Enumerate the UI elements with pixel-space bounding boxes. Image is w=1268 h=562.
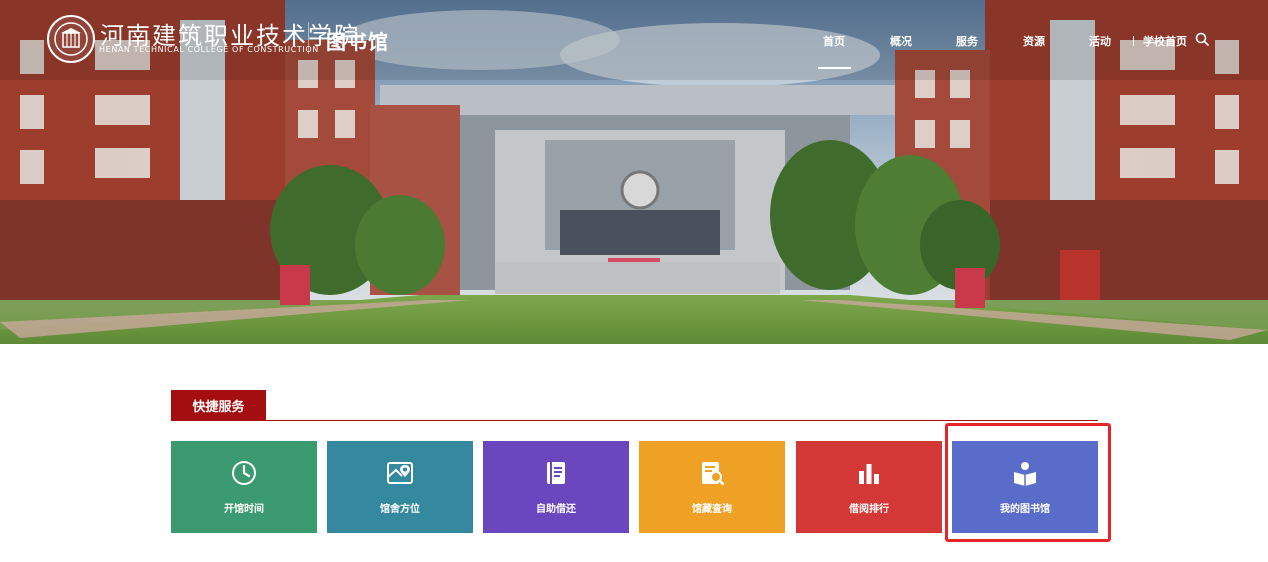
tile-label: 借阅排行 xyxy=(849,504,889,515)
tile-label: 馆藏查询 xyxy=(692,504,732,515)
nav-item-home[interactable]: 首页 xyxy=(823,33,845,49)
tile-borrowing-ranking[interactable]: 借阅排行 xyxy=(796,441,942,533)
tile-library-location[interactable]: 馆舍方位 xyxy=(327,441,473,533)
nav-item-services[interactable]: 服务 xyxy=(956,33,978,49)
section-divider xyxy=(171,420,1098,421)
nav-item-resources[interactable]: 资源 xyxy=(1023,33,1045,49)
main-nav: 首页 概况 服务 资源 活动 学校首页 xyxy=(0,33,1268,53)
tile-self-service-borrow[interactable]: 自助借还 xyxy=(483,441,629,533)
nav-item-overview[interactable]: 概况 xyxy=(890,33,912,49)
bar-chart-icon xyxy=(854,458,884,488)
tile-label: 我的图书馆 xyxy=(1000,504,1050,515)
tile-catalog-search[interactable]: 馆藏查询 xyxy=(639,441,785,533)
clock-icon xyxy=(229,458,259,488)
nav-item-school-home[interactable]: 学校首页 xyxy=(1143,33,1187,49)
nav-separator xyxy=(1133,36,1134,46)
tile-my-library[interactable]: 我的图书馆 xyxy=(952,441,1098,533)
tile-opening-hours[interactable]: 开馆时间 xyxy=(171,441,317,533)
quick-services-title: 快捷服务 xyxy=(171,390,266,420)
site-header: 河南建筑职业技术学院 HENAN TECHNICAL COLLEGE OF CO… xyxy=(0,0,1268,80)
map-location-icon xyxy=(385,458,415,488)
nav-active-indicator xyxy=(818,67,851,69)
tile-label: 自助借还 xyxy=(536,504,576,515)
search-icon[interactable] xyxy=(1195,32,1209,46)
book-icon xyxy=(541,458,571,488)
reader-icon xyxy=(1010,458,1040,488)
tile-label: 馆舍方位 xyxy=(380,504,420,515)
tile-label: 开馆时间 xyxy=(224,504,264,515)
document-search-icon xyxy=(697,458,727,488)
nav-item-activities[interactable]: 活动 xyxy=(1089,33,1111,49)
